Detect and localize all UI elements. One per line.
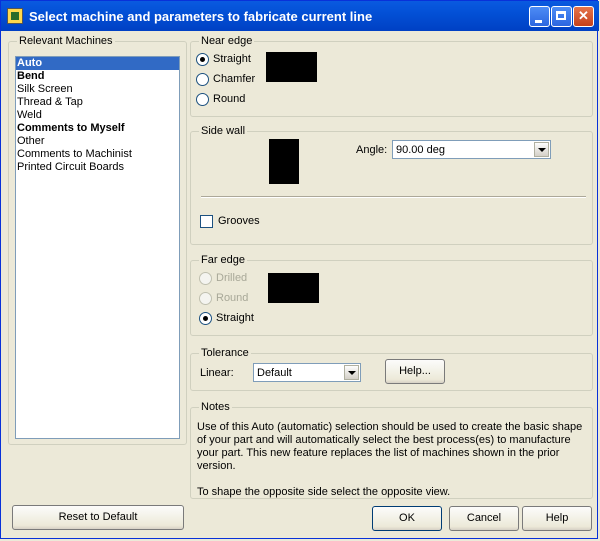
far-edge-drilled-radio [199,272,212,285]
list-item-auto[interactable]: Auto [16,57,179,70]
far-edge-group: Far edge [190,254,593,336]
far-edge-drilled-label: Drilled [216,272,248,284]
side-wall-preview [269,139,299,184]
machines-group-label: Relevant Machines [17,35,115,47]
near-edge-straight-label[interactable]: Straight [213,53,251,65]
window-title: Select machine and parameters to fabrica… [29,9,373,24]
far-edge-round-label: Round [216,292,249,304]
near-edge-chamfer-radio[interactable] [196,73,209,86]
dialog-window: Select machine and parameters to fabrica… [0,0,599,539]
list-item-bend[interactable]: Bend [16,70,179,83]
near-edge-round-label[interactable]: Round [213,93,245,105]
help-button[interactable]: Help [522,506,592,531]
near-edge-straight-radio[interactable] [196,53,209,66]
near-edge-preview [266,52,317,82]
close-icon: ✕ [578,8,589,23]
notes-paragraph-2: To shape the opposite side select the op… [197,486,451,498]
angle-dropdown[interactable]: 90.00 deg [392,140,551,159]
grooves-label[interactable]: Grooves [218,215,260,227]
linear-label: Linear: [200,367,234,379]
reset-to-default-button[interactable]: Reset to Default [12,505,184,530]
ok-button[interactable]: OK [372,506,442,531]
machines-listbox[interactable]: Auto Bend Silk Screen Thread & Tap Weld … [15,56,180,439]
title-bar[interactable]: Select machine and parameters to fabrica… [1,1,599,31]
far-edge-round-radio [199,292,212,305]
app-icon [7,8,23,24]
maximize-button[interactable] [551,6,572,27]
cancel-button[interactable]: Cancel [449,506,519,531]
near-edge-label: Near edge [199,35,255,47]
grooves-checkbox[interactable] [200,215,213,228]
list-item-silk-screen[interactable]: Silk Screen [16,83,179,96]
close-button[interactable]: ✕ [573,6,594,27]
far-edge-straight-label[interactable]: Straight [216,312,254,324]
minimize-icon [535,20,542,23]
angle-label: Angle: [356,144,388,156]
chevron-down-icon[interactable] [534,142,549,157]
maximize-icon [556,11,566,20]
side-wall-label: Side wall [199,125,248,137]
list-item-comments-to-machinist[interactable]: Comments to Machinist [16,148,179,161]
list-item-thread-tap[interactable]: Thread & Tap [16,96,179,109]
linear-tolerance-value: Default [257,367,292,379]
list-item-weld[interactable]: Weld [16,109,179,122]
chevron-down-icon[interactable] [344,365,359,380]
linear-tolerance-dropdown[interactable]: Default [253,363,361,382]
near-edge-round-radio[interactable] [196,93,209,106]
list-item-printed-circuit-boards[interactable]: Printed Circuit Boards [16,161,179,174]
list-item-other[interactable]: Other [16,135,179,148]
far-edge-preview [268,273,319,303]
far-edge-label: Far edge [199,254,248,266]
near-edge-chamfer-label[interactable]: Chamfer [213,73,255,85]
notes-paragraph: Use of this Auto (automatic) selection s… [197,421,583,472]
far-edge-straight-radio[interactable] [199,312,212,325]
angle-value: 90.00 deg [396,144,445,156]
minimize-button[interactable] [529,6,550,27]
tolerance-help-button[interactable]: Help... [385,359,445,384]
notes-text: Use of this Auto (automatic) selection s… [197,421,587,499]
tolerance-label: Tolerance [199,347,251,359]
side-wall-divider [201,196,586,198]
notes-label: Notes [199,401,232,413]
list-item-comments-to-myself[interactable]: Comments to Myself [16,122,179,135]
